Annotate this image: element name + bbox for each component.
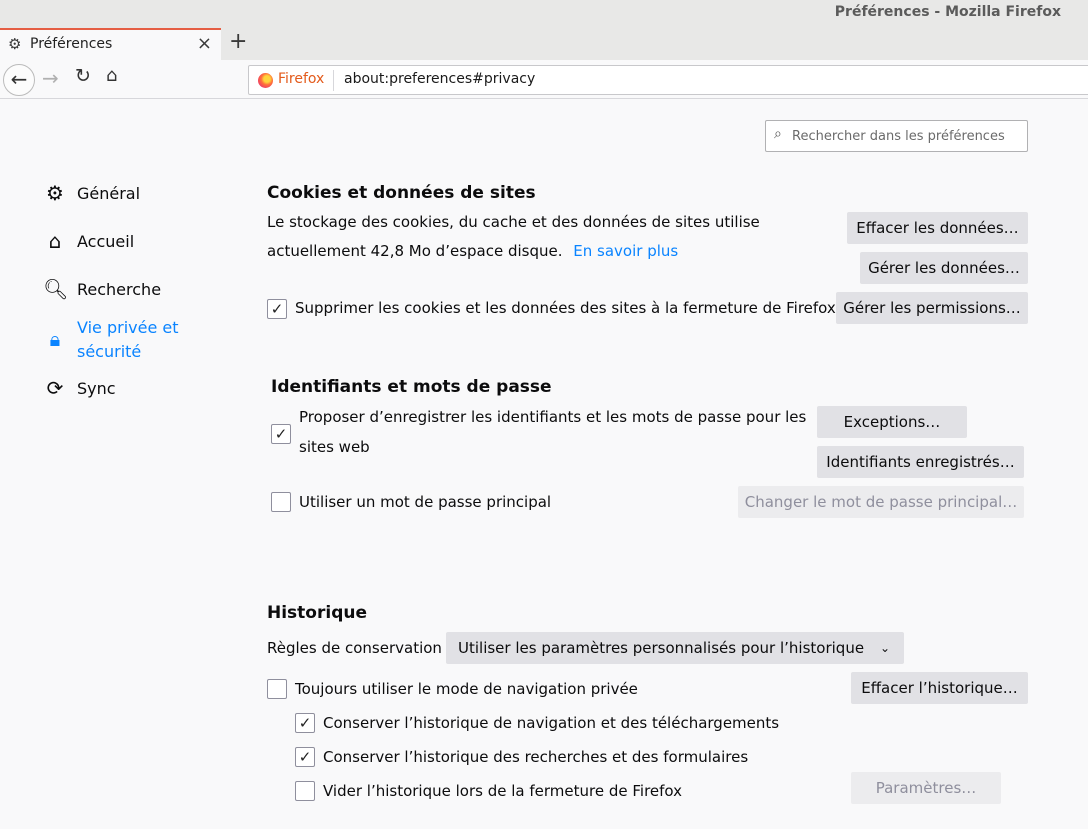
history-settings-button[interactable]: Paramètres… (851, 772, 1001, 804)
history-rules-value: Utiliser les paramètres personnalisés po… (458, 639, 865, 657)
back-button[interactable]: ← (3, 64, 35, 96)
manage-permissions-button[interactable]: Gérer les permissions… (836, 292, 1028, 324)
keep-browsing-history-label[interactable]: Conserver l’historique de navigation et … (323, 708, 779, 738)
learn-more-link[interactable]: En savoir plus (573, 242, 678, 260)
logins-section-title: Identifiants et mots de passe (271, 377, 552, 397)
tab-label: Préférences (30, 36, 113, 52)
tab-strip (221, 28, 1088, 60)
url-text[interactable]: about:preferences#privacy (344, 71, 535, 87)
clear-history-on-close-checkbox[interactable] (295, 781, 315, 801)
manage-data-button[interactable]: Gérer les données… (860, 252, 1028, 284)
offer-save-logins-label-line2[interactable]: sites web (299, 433, 370, 462)
always-private-checkbox[interactable] (267, 679, 287, 699)
sync-icon: ⟳ (46, 376, 64, 400)
cookies-description-line1: Le stockage des cookies, du cache et des… (267, 213, 760, 231)
preferences-search[interactable]: ⌕ (765, 120, 1028, 152)
reload-button[interactable]: ↻ (75, 65, 91, 87)
title-bar: Préférences - Mozilla Firefox (0, 0, 1088, 28)
lock-icon: 🔒︎ (49, 327, 61, 351)
delete-cookies-on-close-label[interactable]: Supprimer les cookies et les données des… (295, 293, 836, 323)
home-button[interactable]: ⌂ (106, 65, 117, 86)
history-section-title: Historique (267, 603, 367, 623)
preferences-search-input[interactable] (792, 124, 1022, 148)
chevron-down-icon: ⌄ (879, 641, 890, 655)
url-bar[interactable]: Firefox about:preferences#privacy (248, 65, 1088, 95)
primary-password-checkbox[interactable] (271, 492, 291, 512)
firefox-logo-icon (258, 73, 273, 88)
cookies-usage-text: actuellement 42,8 Mo d’espace disque. (267, 242, 563, 260)
change-primary-password-button[interactable]: Changer le mot de passe principal… (738, 486, 1024, 518)
sidebar-item-label: Vie privée et sécurité (77, 318, 179, 361)
tab-preferences[interactable]: ⚙ Préférences × (0, 28, 221, 60)
primary-password-label[interactable]: Utiliser un mot de passe principal (299, 487, 551, 517)
url-identity-label[interactable]: Firefox (278, 71, 324, 87)
gear-icon: ⚙ (8, 35, 22, 53)
exceptions-button[interactable]: Exceptions… (817, 406, 967, 438)
gear-icon: ⚙ (46, 181, 64, 205)
history-rules-select[interactable]: Utiliser les paramètres personnalisés po… (446, 632, 904, 664)
keep-browsing-history-checkbox[interactable]: ✓ (295, 713, 315, 733)
keep-search-history-label[interactable]: Conserver l’historique des recherches et… (323, 742, 748, 772)
window-title: Préférences - Mozilla Firefox (834, 4, 1061, 20)
history-rules-label: Règles de conservation (267, 639, 442, 657)
new-tab-button[interactable]: + (229, 29, 247, 55)
sidebar-item-label: Général (77, 184, 141, 203)
saved-logins-button[interactable]: Identifiants enregistrés… (817, 446, 1024, 478)
clear-history-button[interactable]: Effacer l’historique… (851, 672, 1028, 704)
url-separator (333, 70, 334, 91)
keep-search-history-checkbox[interactable]: ✓ (295, 747, 315, 767)
clear-data-button[interactable]: Effacer les données… (847, 212, 1028, 244)
sidebar-item-label: Recherche (77, 280, 162, 299)
home-icon: ⌂ (48, 229, 62, 253)
forward-button[interactable]: → (42, 66, 59, 90)
sidebar-item-label: Sync (77, 379, 116, 398)
offer-save-logins-label-line1[interactable]: Proposer d’enregistrer les identifiants … (299, 403, 806, 432)
offer-save-logins-checkbox[interactable]: ✓ (271, 424, 291, 444)
sidebar-item-label: Accueil (77, 232, 135, 251)
cookies-section-title: Cookies et données de sites (267, 183, 536, 203)
search-icon: ⌕ (774, 126, 782, 142)
search-icon: 🔍︎ (43, 277, 69, 301)
close-tab-icon[interactable]: × (197, 33, 212, 54)
delete-cookies-on-close-checkbox[interactable]: ✓ (267, 299, 287, 319)
clear-history-on-close-label[interactable]: Vider l’historique lors de la fermeture … (323, 776, 682, 806)
always-private-label[interactable]: Toujours utiliser le mode de navigation … (295, 674, 638, 704)
cookies-description-line2: actuellement 42,8 Mo d’espace disque. En… (267, 237, 678, 266)
